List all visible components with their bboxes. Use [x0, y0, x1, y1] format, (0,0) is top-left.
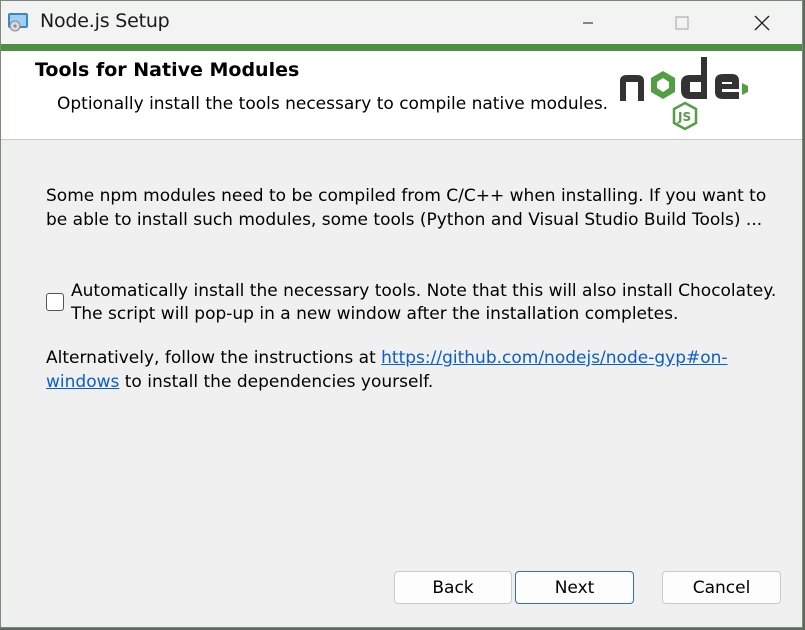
svg-text:JS: JS [677, 110, 691, 124]
next-button[interactable]: Next [515, 571, 634, 604]
install-tools-checkbox[interactable] [46, 293, 64, 311]
page-subtitle: Optionally install the tools necessary t… [57, 94, 609, 114]
minimize-icon [583, 22, 593, 23]
intro-text: Some npm modules need to be compiled fro… [46, 186, 767, 230]
install-tools-label[interactable]: Automatically install the necessary tool… [71, 280, 781, 326]
accent-strip [1, 44, 802, 51]
installer-app-icon [7, 11, 29, 33]
cancel-button[interactable]: Cancel [662, 571, 781, 604]
alt-suffix-text: to install the dependencies yourself. [119, 372, 434, 392]
title-bar[interactable]: Node.js Setup [1, 1, 802, 44]
setup-window: Node.js Setup Tools for Native Modules O… [0, 0, 803, 628]
close-button[interactable] [739, 1, 785, 44]
alt-prefix-text: Alternatively, follow the instructions a… [46, 348, 382, 368]
header-banner: Tools for Native Modules Optionally inst… [1, 51, 802, 140]
nodejs-logo: JS [615, 53, 755, 139]
page-title: Tools for Native Modules [35, 59, 300, 81]
close-icon [754, 15, 770, 30]
maximize-button[interactable] [659, 1, 705, 44]
back-button[interactable]: Back [394, 571, 512, 604]
maximize-icon [675, 16, 689, 29]
alternative-instructions: Alternatively, follow the instructions a… [46, 346, 746, 394]
window-title: Node.js Setup [40, 10, 170, 32]
minimize-button[interactable] [565, 1, 611, 44]
